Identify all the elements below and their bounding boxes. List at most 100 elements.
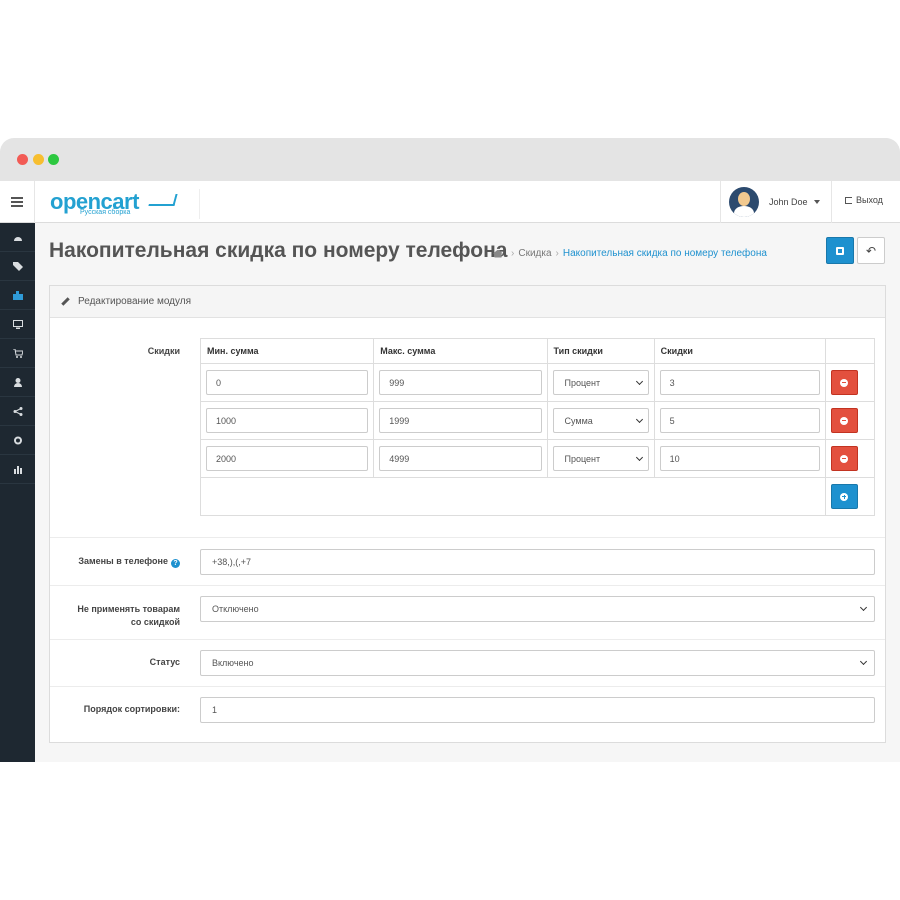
breadcrumb-link-discount[interactable]: Скидка <box>518 248 551 259</box>
table-cell: 5 <box>653 401 826 440</box>
table-cell: 4999 <box>373 439 548 478</box>
sidebar-item-reports[interactable] <box>0 455 35 484</box>
opencart-logo[interactable]: opencart Русская сборка <box>50 189 200 219</box>
help-icon[interactable]: ? <box>171 559 180 568</box>
sidebar-item-customers[interactable] <box>0 368 35 397</box>
add-row-button[interactable] <box>830 484 858 509</box>
back-button[interactable]: ↶ <box>857 237 885 264</box>
divider <box>50 585 885 586</box>
chevron-down-icon <box>635 377 643 385</box>
discounts-table: Мин. сумма Макс. сумма Тип скидки Скидки… <box>199 338 876 516</box>
discount-value-input[interactable]: 10 <box>659 446 820 471</box>
table-cell: 1000 <box>199 401 375 440</box>
avatar <box>729 187 759 217</box>
table-cell: 10 <box>653 439 826 478</box>
table-cell <box>824 477 876 516</box>
status-value: Включено <box>212 658 254 668</box>
tags-icon <box>12 261 23 271</box>
breadcrumb-separator: › <box>555 248 559 259</box>
sidebar-item-extensions[interactable] <box>0 281 35 310</box>
minus-circle-icon <box>840 378 849 387</box>
remove-row-button[interactable] <box>830 370 858 395</box>
divider <box>50 537 885 538</box>
breadcrumb-link-current[interactable]: Накопительная скидка по номеру телефона <box>563 248 767 259</box>
maximize-window-dot[interactable] <box>48 154 59 165</box>
discount-type-select[interactable]: Сумма <box>552 408 649 433</box>
divider <box>50 686 885 687</box>
max-sum-input[interactable]: 1999 <box>379 408 542 433</box>
discount-value-input[interactable]: 5 <box>659 408 820 433</box>
table-cell <box>200 477 826 516</box>
table-row: 1000 1999 Сумма 5 <box>199 401 876 440</box>
min-sum-input[interactable]: 2000 <box>206 446 369 471</box>
page-title: Накопительная скидка по номеру телефона <box>49 239 508 262</box>
chevron-down-icon <box>813 200 820 204</box>
share-icon <box>13 406 22 416</box>
user-menu[interactable]: John Doe <box>720 181 832 223</box>
discount-type-select[interactable]: Процент <box>552 446 649 471</box>
remove-row-button[interactable] <box>830 408 858 433</box>
phone-replace-input[interactable]: +38,),(,+7 <box>200 549 875 575</box>
cart-logo-icon <box>148 194 178 206</box>
plus-circle-icon <box>840 492 849 501</box>
table-cell: Процент <box>546 363 655 402</box>
table-cell: Сумма <box>546 401 655 440</box>
sidebar-item-sales[interactable] <box>0 339 35 368</box>
table-cell <box>824 363 876 402</box>
max-sum-input[interactable]: 4999 <box>379 446 542 471</box>
max-sum-input[interactable]: 999 <box>379 370 542 395</box>
discount-value-input[interactable]: 3 <box>659 370 820 395</box>
user-name: John Doe <box>769 197 808 207</box>
discount-type-value: Процент <box>564 377 601 388</box>
save-button[interactable] <box>826 237 854 264</box>
cart-icon <box>12 348 23 358</box>
sign-out-icon <box>845 197 852 204</box>
chevron-down-icon <box>859 657 868 666</box>
exclude-label-line1: Не применять товарам <box>77 604 180 614</box>
exclude-discounted-select[interactable]: Отключено <box>200 596 875 622</box>
logout-link[interactable]: Выход <box>845 195 883 205</box>
chevron-down-icon <box>635 453 643 461</box>
puzzle-icon <box>12 290 23 300</box>
sidebar-item-system[interactable] <box>0 426 35 455</box>
table-footer-row <box>200 477 876 516</box>
sidebar-item-design[interactable] <box>0 310 35 339</box>
discount-type-value: Сумма <box>564 415 593 426</box>
table-cell: 1999 <box>373 401 548 440</box>
home-icon[interactable] <box>493 249 503 258</box>
status-label: Статус <box>149 657 180 667</box>
remove-row-button[interactable] <box>830 446 858 471</box>
minimize-window-dot[interactable] <box>33 154 44 165</box>
sort-order-input[interactable]: 1 <box>200 697 875 723</box>
desktop-icon <box>12 319 23 329</box>
main-content: Накопительная скидка по номеру телефона … <box>35 223 900 762</box>
exclude-discounted-value: Отключено <box>212 604 259 614</box>
min-sum-input[interactable]: 0 <box>206 370 369 395</box>
discounts-label: Скидки <box>147 346 180 356</box>
exclude-label-line2: со скидкой <box>130 617 180 627</box>
close-window-dot[interactable] <box>17 154 28 165</box>
user-icon <box>13 377 22 387</box>
column-header-type: Тип скидки <box>546 338 655 364</box>
sidebar-item-catalog[interactable] <box>0 252 35 281</box>
table-cell <box>824 401 876 440</box>
table-row: 2000 4999 Процент 10 <box>199 439 876 478</box>
logout-label: Выход <box>856 195 883 205</box>
menu-toggle-button[interactable] <box>0 181 35 223</box>
table-row: 0 999 Процент 3 <box>199 363 876 402</box>
column-header-actions <box>824 338 876 364</box>
sidebar-item-dashboard[interactable] <box>0 223 35 252</box>
sidebar-item-marketing[interactable] <box>0 397 35 426</box>
phone-replace-label-text: Замены в телефоне <box>78 556 168 566</box>
phone-replace-label: Замены в телефоне? <box>60 556 180 568</box>
save-icon <box>836 246 844 255</box>
module-edit-panel: Редактирование модуля Скидки Мин. сумма … <box>49 285 886 743</box>
discount-type-value: Процент <box>564 453 601 464</box>
column-header-max: Макс. сумма <box>373 338 548 364</box>
status-select[interactable]: Включено <box>200 650 875 676</box>
column-header-min: Мин. сумма <box>199 338 375 364</box>
discount-type-select[interactable]: Процент <box>552 370 649 395</box>
min-sum-input[interactable]: 1000 <box>206 408 369 433</box>
minus-circle-icon <box>840 454 849 463</box>
table-cell <box>824 439 876 478</box>
